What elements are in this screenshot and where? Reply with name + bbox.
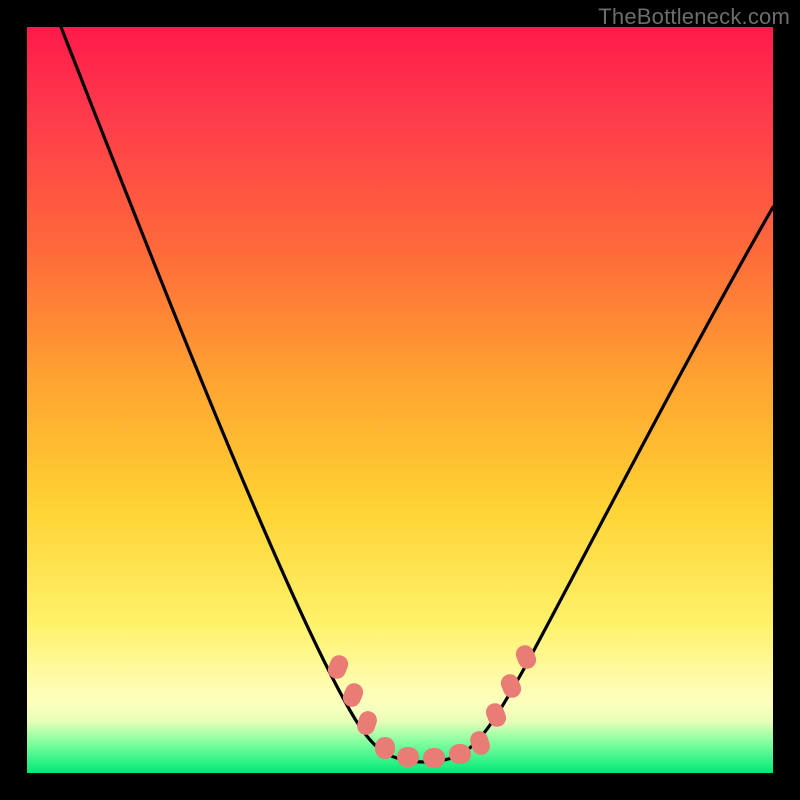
bottleneck-curve: [27, 27, 773, 773]
curve-path: [61, 27, 773, 762]
highlight-markers: [325, 643, 539, 768]
watermark-text: TheBottleneck.com: [598, 4, 790, 30]
plot-area: [27, 27, 773, 773]
chart-frame: TheBottleneck.com: [0, 0, 800, 800]
